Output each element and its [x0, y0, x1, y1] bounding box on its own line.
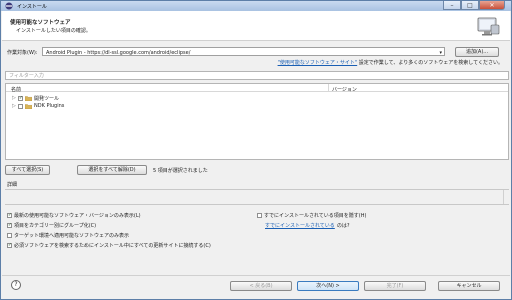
option-group-by-category[interactable]: ✓ 項目をカテゴリー別にグループ化(C) [7, 222, 96, 229]
add-site-button[interactable]: 追加(A)... [455, 47, 499, 57]
tree-header: 名前 バージョン [6, 84, 508, 93]
selection-row: すべて選択(S) 選択をすべて解除(D) 5 項目が選択されました [5, 165, 305, 175]
details-area[interactable] [5, 189, 509, 205]
install-dialog: インストール – □ ✕ 使用可能なソフトウェア インストールしたい項目の確認。… [0, 0, 512, 300]
column-version[interactable]: バージョン [332, 86, 357, 93]
window-controls: – □ ✕ [443, 1, 505, 10]
tree-row-label: 開発ツール [34, 95, 60, 102]
tree-row[interactable]: ▷ NDK Plugins [12, 102, 64, 110]
available-sites-link[interactable]: "使用可能なソフトウェア・サイト" [278, 60, 358, 66]
maximize-button[interactable]: □ [461, 1, 479, 10]
back-button[interactable]: < 戻る(B) [230, 281, 292, 291]
finish-button[interactable]: 完了(F) [364, 281, 426, 291]
option-label: 最新の使用可能なソフトウェア・バージョンのみ表示(L) [14, 213, 141, 219]
minimize-button[interactable]: – [443, 1, 461, 10]
software-tree: 名前 バージョン ▷ ✓ 開発ツール ▷ NDK Plugins [5, 83, 509, 160]
details-label: 詳細 [7, 182, 18, 188]
work-with-value: Android Plugin - https://dl-ssl.google.c… [46, 49, 191, 56]
details-scrollbar[interactable] [503, 190, 509, 204]
option-hide-installed[interactable]: すでにインストールされている項目を隠す(H) [257, 212, 366, 219]
footer-divider [2, 275, 510, 276]
page-subtitle: インストールしたい項目の確認。 [16, 28, 91, 34]
option-label: 項目をカテゴリー別にグループ化(C) [14, 223, 97, 229]
cancel-button[interactable]: キャンセル [438, 281, 500, 291]
work-with-label: 作業対象(W): [7, 50, 38, 56]
option-label: ターゲット環境へ適用可能なソフトウェアのみ表示 [14, 233, 130, 239]
checkbox[interactable]: ✓ [7, 213, 12, 218]
checkbox[interactable]: ✓ [7, 223, 12, 228]
option-target-env-only[interactable]: ターゲット環境へ適用可能なソフトウェアのみ表示 [7, 232, 129, 239]
checkbox[interactable]: ✓ [18, 95, 23, 101]
checkbox[interactable] [7, 233, 12, 238]
filter-box [5, 71, 509, 80]
deselect-all-button[interactable]: 選択をすべて解除(D) [77, 165, 147, 175]
eclipse-app-icon [5, 2, 13, 10]
tree-row[interactable]: ▷ ✓ 開発ツール [12, 94, 59, 102]
folder-icon [25, 95, 32, 101]
work-with-combo[interactable]: Android Plugin - https://dl-ssl.google.c… [42, 47, 445, 56]
site-hint: "使用可能なソフトウェア・サイト" 設定で作業して、より多くのソフトウェアを検索… [278, 59, 503, 66]
option-latest-only[interactable]: ✓ 最新の使用可能なソフトウェア・バージョンのみ表示(L) [7, 212, 141, 219]
option-label: すでにインストールされている項目を隠す(H) [264, 213, 367, 219]
already-installed-link[interactable]: すでにインストールされている [265, 222, 335, 229]
wizard-header: 使用可能なソフトウェア インストールしたい項目の確認。 [2, 11, 510, 41]
page-title: 使用可能なソフトウェア [10, 20, 71, 26]
checkbox[interactable]: ✓ [7, 243, 12, 248]
tree-row-label: NDK Plugins [34, 103, 65, 109]
column-name[interactable]: 名前 [11, 86, 21, 93]
filter-input[interactable] [6, 72, 508, 79]
checkbox[interactable] [257, 213, 262, 218]
install-monitor-icon [477, 17, 500, 36]
checkbox[interactable] [18, 103, 23, 109]
already-installed-row: すでにインストールされている のは? [265, 222, 349, 229]
folder-icon [25, 103, 32, 109]
title-bar[interactable]: インストール – □ ✕ [1, 1, 511, 11]
select-all-button[interactable]: すべて選択(S) [5, 165, 50, 175]
dropdown-arrow-icon[interactable]: ▾ [439, 50, 442, 56]
help-icon[interactable]: ? [11, 280, 21, 290]
expand-arrow-icon[interactable]: ▷ [12, 95, 16, 101]
site-hint-text: 設定で作業して、より多くのソフトウェアを検索してください。 [358, 60, 503, 66]
option-contact-all-sites[interactable]: ✓ 必須ソフトウェアを検索するためにインストール中にすべての更新サイトに接続する… [7, 242, 211, 249]
next-button[interactable]: 次へ(N) > [297, 281, 359, 291]
option-label: 必須ソフトウェアを検索するためにインストール中にすべての更新サイトに接続する(C… [14, 243, 211, 249]
selection-status: 5 項目が選択されました [153, 168, 208, 174]
window-title: インストール [17, 4, 47, 10]
expand-arrow-icon[interactable]: ▷ [12, 103, 16, 109]
already-installed-suffix: のは? [336, 223, 350, 229]
work-with-row: 作業対象(W): Android Plugin - https://dl-ssl… [7, 47, 505, 57]
column-separator[interactable] [328, 84, 329, 92]
close-button[interactable]: ✕ [479, 1, 505, 10]
